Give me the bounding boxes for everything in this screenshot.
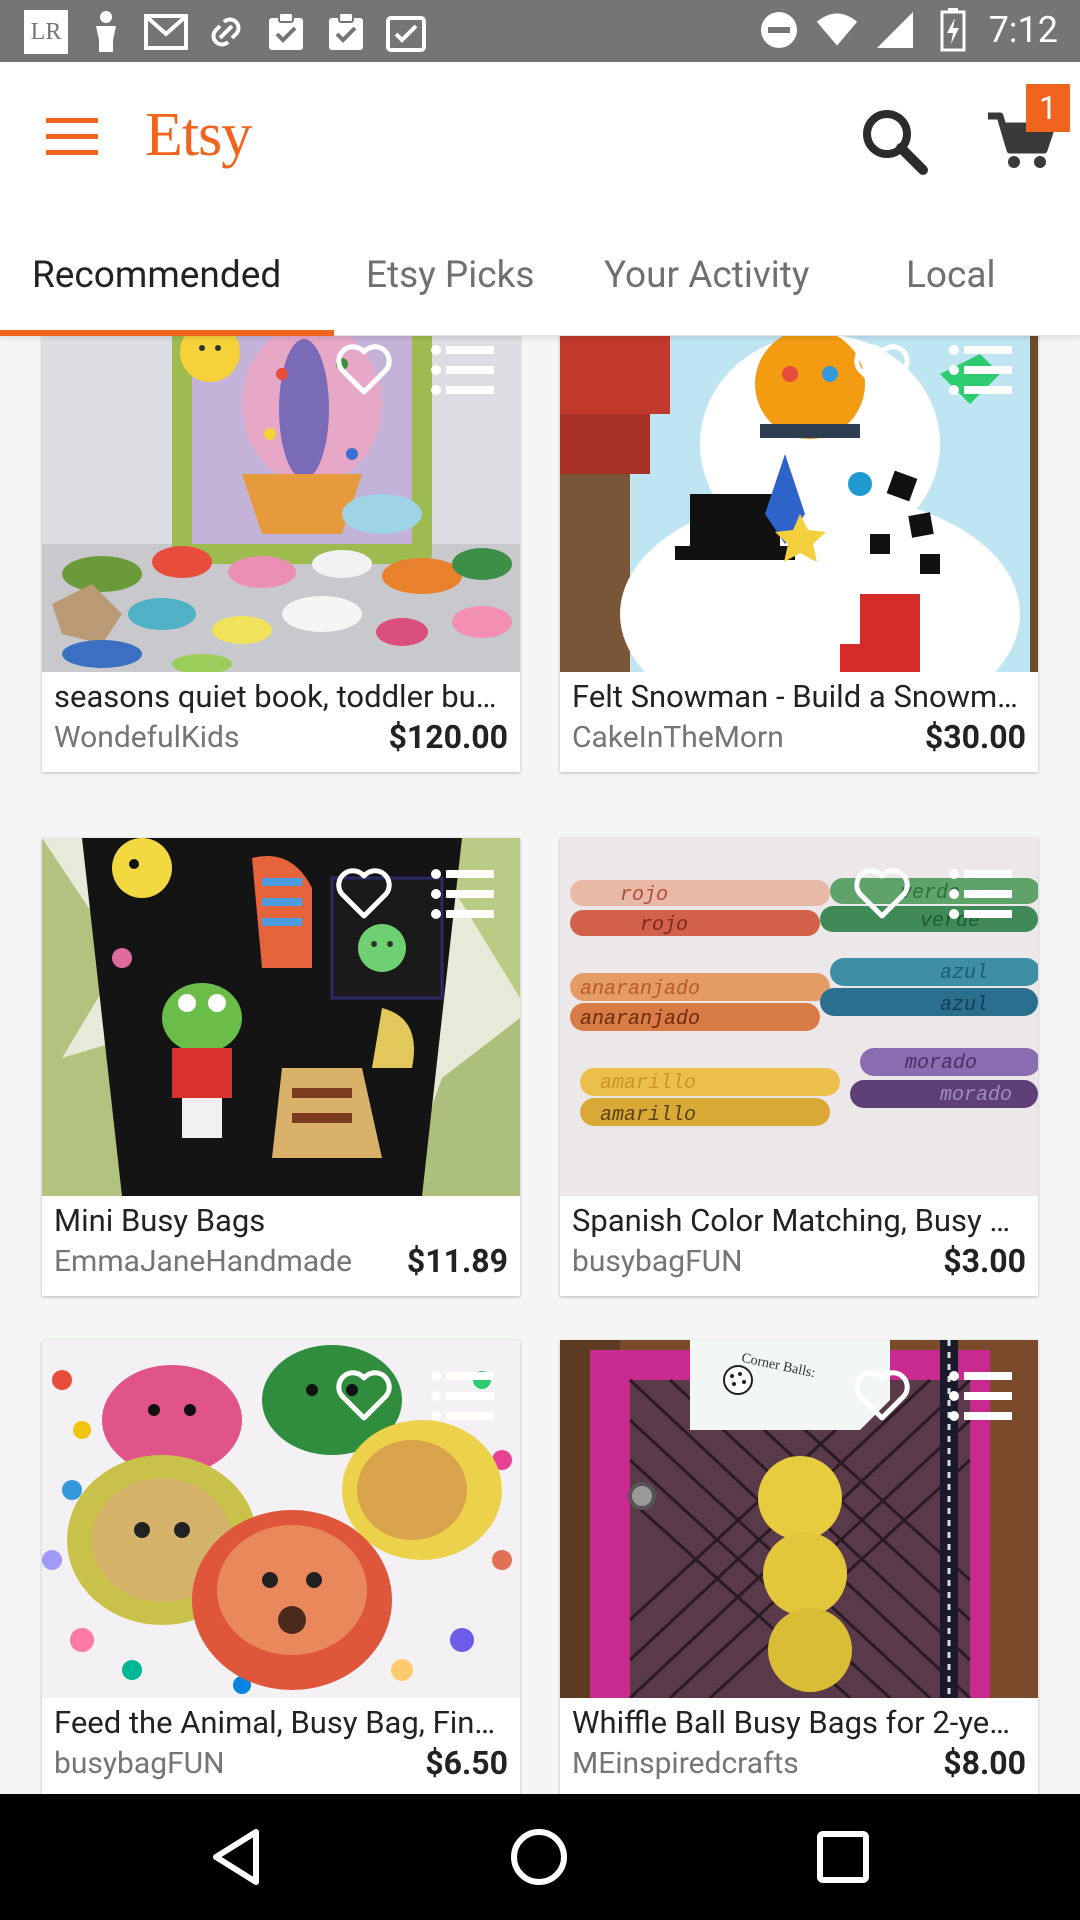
app-bar: Etsy 1 [0,62,1080,214]
add-to-list-icon[interactable] [430,1370,496,1422]
wifi-icon [815,8,859,52]
status-bar: LR 7:12 [0,0,1080,62]
listing-title: Mini Busy Bags [54,1202,266,1239]
battery-charging-icon [931,8,975,52]
back-icon[interactable] [204,1824,270,1890]
listing-price: $8.00 [943,1744,1026,1782]
system-nav-bar [0,1794,1080,1920]
recents-icon[interactable] [810,1824,876,1890]
home-icon[interactable] [506,1824,572,1890]
listing-card[interactable]: seasons quiet book, toddler busy book Wo… [42,336,520,772]
popsicle-label: amarillo [600,1104,696,1127]
listing-shop[interactable]: CakeInTheMorn [572,720,902,755]
favorite-heart-icon[interactable] [334,1368,394,1424]
listing-card[interactable]: Corner Balls: Whiffle Ball Busy Bags for… [560,1340,1038,1794]
do-not-disturb-icon [757,8,801,52]
search-icon[interactable] [855,102,935,182]
add-to-list-icon[interactable] [948,1370,1014,1422]
listing-price: $6.50 [425,1744,508,1782]
listing-shop[interactable]: EmmaJaneHandmade [54,1244,384,1279]
signal-icon [873,8,917,52]
etsy-app: LR 7:12 Etsy 1 Recommended Etsy Picks Yo… [0,0,1080,1920]
clipboard-check-icon [384,10,428,54]
add-to-list-icon[interactable] [430,344,496,396]
person-icon [84,10,128,54]
favorite-heart-icon[interactable] [852,1368,912,1424]
active-tab-indicator [0,330,334,336]
cart-count-badge: 1 [1026,84,1070,132]
listing-shop[interactable]: MEinspiredcrafts [572,1746,902,1781]
popsicle-label: rojo [640,914,688,937]
listing-card[interactable]: Mini Busy Bags EmmaJaneHandmade $11.89 [42,838,520,1296]
popsicle-label: anaranjado [580,1008,700,1031]
listing-price: $11.89 [406,1242,508,1280]
popsicle-label: amarillo [600,1072,696,1095]
listing-title: Felt Snowman - Build a Snowman [572,678,1026,715]
clipboard-check-icon [264,10,308,54]
listing-card[interactable]: rojo rojo anaranjado anaranjado amarillo… [560,838,1038,1296]
favorite-heart-icon[interactable] [852,866,912,922]
listing-card[interactable]: Feed the Animal, Busy Bag, Fine Motor bu… [42,1340,520,1794]
listing-price: $3.00 [943,1242,1026,1280]
add-to-list-icon[interactable] [948,344,1014,396]
menu-icon[interactable] [46,118,98,160]
listing-price: $30.00 [924,718,1026,756]
popsicle-label: azul [940,994,988,1017]
tab-bar: Recommended Etsy Picks Your Activity Loc… [0,214,1080,336]
tab-your-activity[interactable]: Your Activity [604,254,809,297]
etsy-logo[interactable]: Etsy [145,100,252,171]
tab-recommended[interactable]: Recommended [32,254,281,297]
gmail-icon [144,10,188,54]
popsicle-label: morado [905,1052,977,1075]
listing-shop[interactable]: busybagFUN [572,1244,902,1279]
listing-grid[interactable]: seasons quiet book, toddler busy book Wo… [0,336,1080,1794]
add-to-list-icon[interactable] [430,868,496,920]
favorite-heart-icon[interactable] [334,866,394,922]
favorite-heart-icon[interactable] [852,342,912,398]
lr-icon: LR [24,10,68,54]
listing-title: seasons quiet book, toddler busy book [54,678,508,715]
link-icon [204,10,248,54]
listing-card[interactable]: Felt Snowman - Build a Snowman CakeInThe… [560,336,1038,772]
clipboard-check-icon [324,10,368,54]
listing-shop[interactable]: WondefulKids [54,720,384,755]
favorite-heart-icon[interactable] [334,342,394,398]
popsicle-label: anaranjado [580,978,700,1001]
clock: 7:12 [988,9,1058,51]
listing-title: Whiffle Ball Busy Bags for 2-year olds [572,1704,1026,1741]
tab-etsy-picks[interactable]: Etsy Picks [366,254,534,297]
listing-title: Feed the Animal, Busy Bag, Fine Motor [54,1704,508,1741]
listing-shop[interactable]: busybagFUN [54,1746,384,1781]
popsicle-label: rojo [620,884,668,907]
add-to-list-icon[interactable] [948,868,1014,920]
popsicle-label: morado [940,1084,1012,1107]
tab-local[interactable]: Local [906,254,996,297]
popsicle-label: azul [940,962,988,985]
listing-price: $120.00 [388,718,508,756]
listing-title: Spanish Color Matching, Busy Bag [572,1202,1026,1239]
